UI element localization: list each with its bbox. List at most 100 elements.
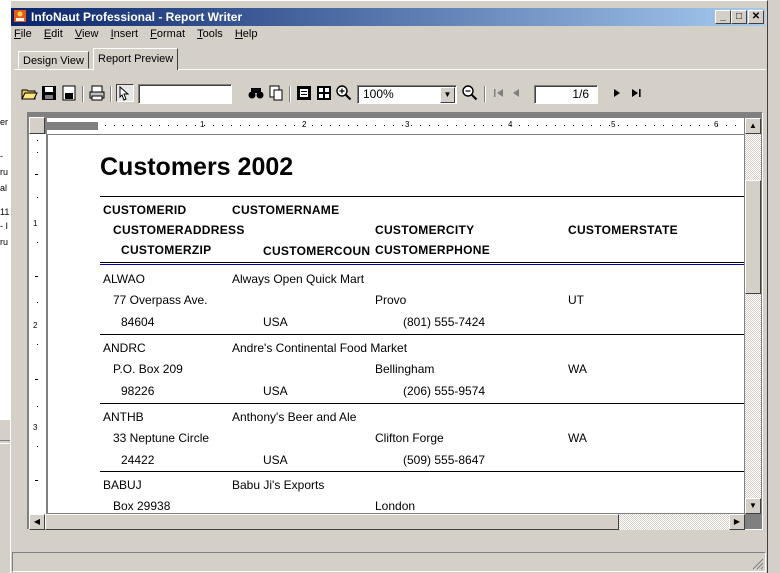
save-as-icon[interactable] <box>60 84 78 102</box>
tab-design-view[interactable]: Design View <box>18 51 89 69</box>
ruler-tick <box>123 125 124 126</box>
menu-insert[interactable]: Insert <box>111 28 139 40</box>
ruler-tick <box>366 125 367 126</box>
scroll-down-icon[interactable]: ▼ <box>745 498 761 514</box>
ruler-mark: 4 <box>508 120 513 129</box>
ruler-ticks <box>35 140 38 481</box>
cell-state: WA <box>568 362 587 376</box>
ruler-tick <box>213 125 214 126</box>
cell-name: Anthony's Beer and Ale <box>232 410 357 424</box>
menu-help[interactable]: Help <box>235 28 258 40</box>
ruler-tick <box>402 125 403 126</box>
minimize-button[interactable]: _ <box>715 10 731 24</box>
header-customeraddress: CUSTOMERADDRESS <box>113 223 245 237</box>
ruler-tick <box>735 125 736 126</box>
scroll-left-icon[interactable]: ◀ <box>29 514 45 530</box>
scroll-up-icon[interactable]: ▲ <box>745 118 761 134</box>
ruler-tick <box>726 125 727 126</box>
ruler-tick <box>465 125 466 126</box>
select-icon[interactable] <box>116 84 134 102</box>
ruler-tick <box>105 125 106 126</box>
ruler-mark: 1 <box>200 120 205 129</box>
ruler-tick <box>312 125 313 126</box>
panel-text: al <box>0 184 8 193</box>
scroll-thumb[interactable] <box>45 514 619 530</box>
ruler-tick <box>663 125 664 126</box>
resize-grip-icon[interactable] <box>752 558 764 570</box>
ruler-tick <box>330 125 331 126</box>
zoom-out-icon[interactable] <box>461 84 479 102</box>
open-icon[interactable] <box>20 84 38 102</box>
ruler-tick <box>609 125 610 126</box>
print-icon[interactable] <box>88 84 106 102</box>
ruler-tick <box>285 125 286 126</box>
panel-text: ru <box>0 238 9 247</box>
ruler-tick <box>321 125 322 126</box>
cell-zip: 84604 <box>121 315 155 329</box>
ruler-tick <box>141 125 142 126</box>
status-bar <box>12 552 766 572</box>
scroll-thumb[interactable] <box>745 180 761 294</box>
cell-zip: 24422 <box>121 453 155 467</box>
cell-city: Clifton Forge <box>375 431 444 445</box>
cell-phone: (206) 555-9574 <box>403 384 486 398</box>
ruler-tick <box>384 125 385 126</box>
page-number-field[interactable]: 1/6 <box>534 85 598 104</box>
single-page-icon[interactable] <box>295 84 313 102</box>
ruler-tick <box>501 125 502 126</box>
tab-report-preview[interactable]: Report Preview <box>93 48 179 70</box>
ruler-ticks <box>47 122 736 130</box>
ruler-mark: 3 <box>33 423 38 432</box>
previous-page-icon[interactable] <box>508 84 526 102</box>
ruler-tick <box>627 125 628 126</box>
horizontal-ruler: 1 2 3 4 5 6 <box>47 118 744 135</box>
ruler-tick <box>132 125 133 126</box>
cell-state: UT <box>568 293 584 307</box>
next-page-icon[interactable] <box>608 84 626 102</box>
ruler-tick <box>411 125 412 126</box>
vertical-scrollbar[interactable]: ▲ ▼ <box>745 118 761 514</box>
menu-file[interactable]: File <box>14 28 32 40</box>
chevron-down-icon[interactable]: ▼ <box>440 87 455 103</box>
ruler-tick <box>618 125 619 126</box>
ruler-mark: 6 <box>714 120 719 129</box>
title-bar[interactable]: InfoNaut Professional - Report Writer _ … <box>11 8 765 26</box>
ruler-tick <box>564 125 565 126</box>
ruler-tick <box>708 125 709 126</box>
ruler-tick <box>339 125 340 126</box>
maximize-button[interactable]: □ <box>731 10 747 24</box>
menu-edit[interactable]: Edit <box>44 28 63 40</box>
ruler-tick <box>591 125 592 126</box>
zoom-in-icon[interactable] <box>335 84 353 102</box>
ruler-mark: 2 <box>302 120 307 129</box>
divider <box>100 262 744 263</box>
last-page-icon[interactable] <box>628 84 646 102</box>
horizontal-scrollbar[interactable]: ◀ ▶ <box>29 514 745 530</box>
copy-icon[interactable] <box>267 84 285 102</box>
ruler-tick <box>483 125 484 126</box>
ruler-corner <box>29 117 45 134</box>
cell-name: Babu Ji's Exports <box>232 478 325 492</box>
header-customerstate: CUSTOMERSTATE <box>568 223 678 237</box>
cell-name: Always Open Quick Mart <box>232 272 365 286</box>
save-icon[interactable] <box>40 84 58 102</box>
ruler-tick <box>654 125 655 126</box>
close-button[interactable]: ✕ <box>748 10 764 24</box>
scroll-right-icon[interactable]: ▶ <box>729 514 745 530</box>
menu-format[interactable]: Format <box>150 28 185 40</box>
first-page-icon[interactable] <box>490 84 508 102</box>
panel-text: 11 <box>0 208 10 217</box>
search-input[interactable] <box>138 84 232 104</box>
multi-page-icon[interactable] <box>315 84 333 102</box>
cell-phone: (509) 555-8647 <box>403 453 486 467</box>
cell-country: USA <box>263 315 288 329</box>
divider <box>100 264 744 265</box>
ruler-tick <box>438 125 439 126</box>
window-title: InfoNaut Professional - Report Writer <box>31 10 243 24</box>
menu-tools[interactable]: Tools <box>197 28 223 40</box>
ruler-tick <box>375 125 376 126</box>
menu-view[interactable]: View <box>75 28 99 40</box>
zoom-select[interactable]: 100% ▼ <box>357 85 457 104</box>
find-icon[interactable] <box>247 84 265 102</box>
zoom-value: 100% <box>363 87 394 101</box>
